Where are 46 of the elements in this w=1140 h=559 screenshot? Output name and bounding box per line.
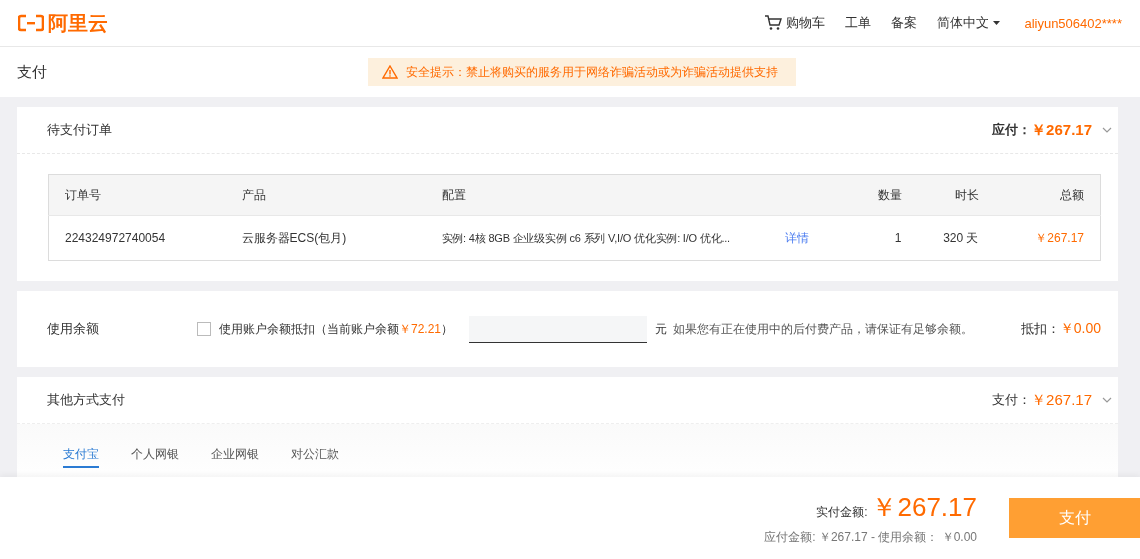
table-cell: 云服务器ECS(包月) <box>225 215 426 261</box>
caret-icon <box>993 21 1001 25</box>
amount-label: 应付： <box>992 121 1032 139</box>
payment-tab[interactable]: 支付宝 <box>63 446 99 468</box>
amount-label: 抵扣： <box>1020 320 1060 338</box>
warning-icon <box>382 65 398 79</box>
nav-link[interactable]: 工单 <box>845 14 872 32</box>
breakdown-text: 应付金额: ￥267.17 - 使用余额： ￥0.00 <box>764 529 977 546</box>
page-title: 支付 <box>17 62 48 82</box>
warning-text: 安全提示：禁止将购买的服务用于网络诈骗活动或为诈骗活动提供支持 <box>406 63 778 81</box>
amount-label: 支付： <box>992 391 1032 409</box>
payment-tab[interactable]: 对公汇款 <box>291 446 339 468</box>
column-header: 数量 <box>858 174 918 216</box>
column-header: 时长 <box>917 174 995 216</box>
amount-value: ￥0.00 <box>1059 320 1101 338</box>
language-dropdown[interactable]: 简体中文 <box>937 14 1001 32</box>
table-cell: ￥267.17 <box>994 215 1101 261</box>
chevron-down-icon[interactable] <box>1102 397 1112 403</box>
column-header: 订单号 <box>48 174 226 216</box>
column-header: 产品 <box>225 174 426 216</box>
payment-tab[interactable]: 个人网银 <box>131 446 179 468</box>
unit-text: 元 <box>655 320 668 338</box>
total-label: 实付金额: <box>816 504 868 521</box>
amount-value: ￥267.17 <box>1031 120 1092 140</box>
hint-text: 如果您有正在使用中的后付费产品，请保证有足够余额。 <box>673 320 975 338</box>
section-title: 待支付订单 <box>47 121 113 139</box>
total-amount: ￥267.17 <box>871 491 977 524</box>
chevron-down-icon[interactable] <box>1102 127 1112 133</box>
cart-link[interactable]: 购物车 <box>764 14 826 32</box>
section-title: 其他方式支付 <box>47 391 126 409</box>
cart-icon <box>764 15 783 31</box>
column-header: 配置 <box>425 174 859 216</box>
table-cell: 320 天 <box>917 215 995 261</box>
table-cell: 实例: 4核 8GB 企业级实例 c6 系列 V,I/O 优化实例: I/O 优化... <box>425 215 769 261</box>
column-header: 总额 <box>994 174 1101 216</box>
table-cell: 1 <box>858 215 918 261</box>
checkbox-label[interactable]: 使用账户余额抵扣（当前账户余额￥72.21） <box>219 320 454 338</box>
table-cell: 224324972740054 <box>48 215 226 261</box>
section-title: 使用余额 <box>47 320 100 338</box>
amount-value: ￥267.17 <box>1031 390 1092 410</box>
nav-link[interactable]: 备案 <box>891 14 918 32</box>
amount-field[interactable] <box>469 315 648 343</box>
checkbox[interactable] <box>197 322 211 336</box>
logo-icon <box>18 14 44 32</box>
payment-tab[interactable]: 企业网银 <box>211 446 259 468</box>
detail-link[interactable]: 详情 <box>784 230 809 245</box>
